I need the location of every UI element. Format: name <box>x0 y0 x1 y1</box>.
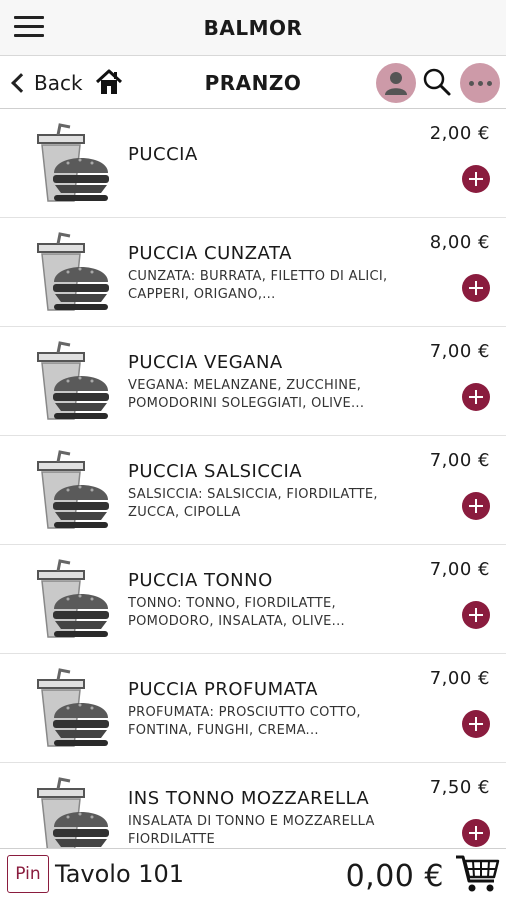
item-name: PUCCIA PROFUMATA <box>128 679 318 700</box>
item-price: 7,00 € <box>429 450 490 471</box>
item-name: PUCCIA <box>128 144 198 165</box>
add-to-order-button[interactable] <box>462 165 490 193</box>
add-to-order-button[interactable] <box>462 601 490 629</box>
user-icon <box>385 72 407 95</box>
item-price: 7,50 € <box>429 777 490 798</box>
burger-drink-icon <box>37 559 109 638</box>
item-info: PUCCIA VEGANA VEGANA: MELANZANE, ZUCCHIN… <box>128 351 410 413</box>
burger-drink-icon <box>37 341 109 420</box>
item-name: INS TONNO MOZZARELLA <box>128 788 370 809</box>
home-icon[interactable] <box>94 67 124 97</box>
burger-drink-icon <box>37 668 109 747</box>
item-name: PUCCIA SALSICCIA <box>128 461 303 482</box>
more-options-button[interactable] <box>460 63 500 103</box>
add-to-order-button[interactable] <box>462 710 490 738</box>
item-description: INSALATA DI TONNO E MOZZARELLA FIORDILAT… <box>128 814 375 847</box>
item-price: 7,00 € <box>429 668 490 689</box>
item-info: PUCCIA <box>128 133 410 167</box>
table-label: Tavolo 101 <box>55 860 185 888</box>
add-to-order-button[interactable] <box>462 383 490 411</box>
item-info: PUCCIA TONNO TONNO: TONNO, FIORDILATTE, … <box>128 569 410 631</box>
add-to-order-button[interactable] <box>462 492 490 520</box>
burger-drink-icon <box>37 450 109 529</box>
back-button[interactable]: Back <box>8 69 83 97</box>
chevron-left-icon <box>11 73 31 93</box>
cart-icon[interactable] <box>454 853 500 895</box>
item-name: PUCCIA CUNZATA <box>128 243 292 264</box>
back-label: Back <box>34 71 83 95</box>
section-nav-bar: Back PRANZO <box>0 57 506 109</box>
add-to-order-button[interactable] <box>462 274 490 302</box>
item-price: 2,00 € <box>429 123 490 144</box>
list-item[interactable]: PUCCIA VEGANA VEGANA: MELANZANE, ZUCCHIN… <box>0 327 506 436</box>
list-item[interactable]: PUCCIA PROFUMATA PROFUMATA: PROSCIUTTO C… <box>0 654 506 763</box>
item-description: VEGANA: MELANZANE, ZUCCHINE, POMODORINI … <box>128 378 365 411</box>
menu-item-list: PUCCIA 2,00 € PUCCIA CUNZATA CUNZATA: BU… <box>0 109 506 849</box>
list-item[interactable]: PUCCIA CUNZATA CUNZATA: BURRATA, FILETTO… <box>0 218 506 327</box>
item-price: 7,00 € <box>429 559 490 580</box>
item-info: PUCCIA SALSICCIA SALSICCIA: SALSICCIA, F… <box>128 460 410 522</box>
burger-drink-icon <box>37 232 109 311</box>
list-item[interactable]: INS TONNO MOZZARELLA INSALATA DI TONNO E… <box>0 763 506 849</box>
item-info: INS TONNO MOZZARELLA INSALATA DI TONNO E… <box>128 787 410 849</box>
top-app-bar: BALMOR <box>0 0 506 56</box>
app-title: BALMOR <box>203 16 303 40</box>
search-icon[interactable] <box>422 67 452 97</box>
item-price: 7,00 € <box>429 341 490 362</box>
item-description: CUNZATA: BURRATA, FILETTO DI ALICI, CAPP… <box>128 269 388 302</box>
item-price: 8,00 € <box>429 232 490 253</box>
item-name: PUCCIA VEGANA <box>128 352 283 373</box>
list-item[interactable]: PUCCIA SALSICCIA SALSICCIA: SALSICCIA, F… <box>0 436 506 545</box>
user-button[interactable] <box>376 63 416 103</box>
burger-drink-icon <box>37 777 109 849</box>
list-item[interactable]: PUCCIA TONNO TONNO: TONNO, FIORDILATTE, … <box>0 545 506 654</box>
order-footer: Pin Tavolo 101 0,00 € <box>0 848 506 900</box>
more-icon <box>468 80 492 86</box>
pin-button[interactable]: Pin <box>7 855 49 893</box>
item-info: PUCCIA CUNZATA CUNZATA: BURRATA, FILETTO… <box>128 242 410 304</box>
add-to-order-button[interactable] <box>462 819 490 847</box>
item-description: SALSICCIA: SALSICCIA, FIORDILATTE, ZUCCA… <box>128 487 378 520</box>
item-description: TONNO: TONNO, FIORDILATTE, POMODORO, INS… <box>128 596 345 629</box>
item-description: PROFUMATA: PROSCIUTTO COTTO, FONTINA, FU… <box>128 705 361 738</box>
item-info: PUCCIA PROFUMATA PROFUMATA: PROSCIUTTO C… <box>128 678 410 740</box>
order-total: 0,00 € <box>345 859 444 894</box>
burger-drink-icon <box>36 123 114 205</box>
item-name: PUCCIA TONNO <box>128 570 273 591</box>
list-item[interactable]: PUCCIA 2,00 € <box>0 109 506 218</box>
